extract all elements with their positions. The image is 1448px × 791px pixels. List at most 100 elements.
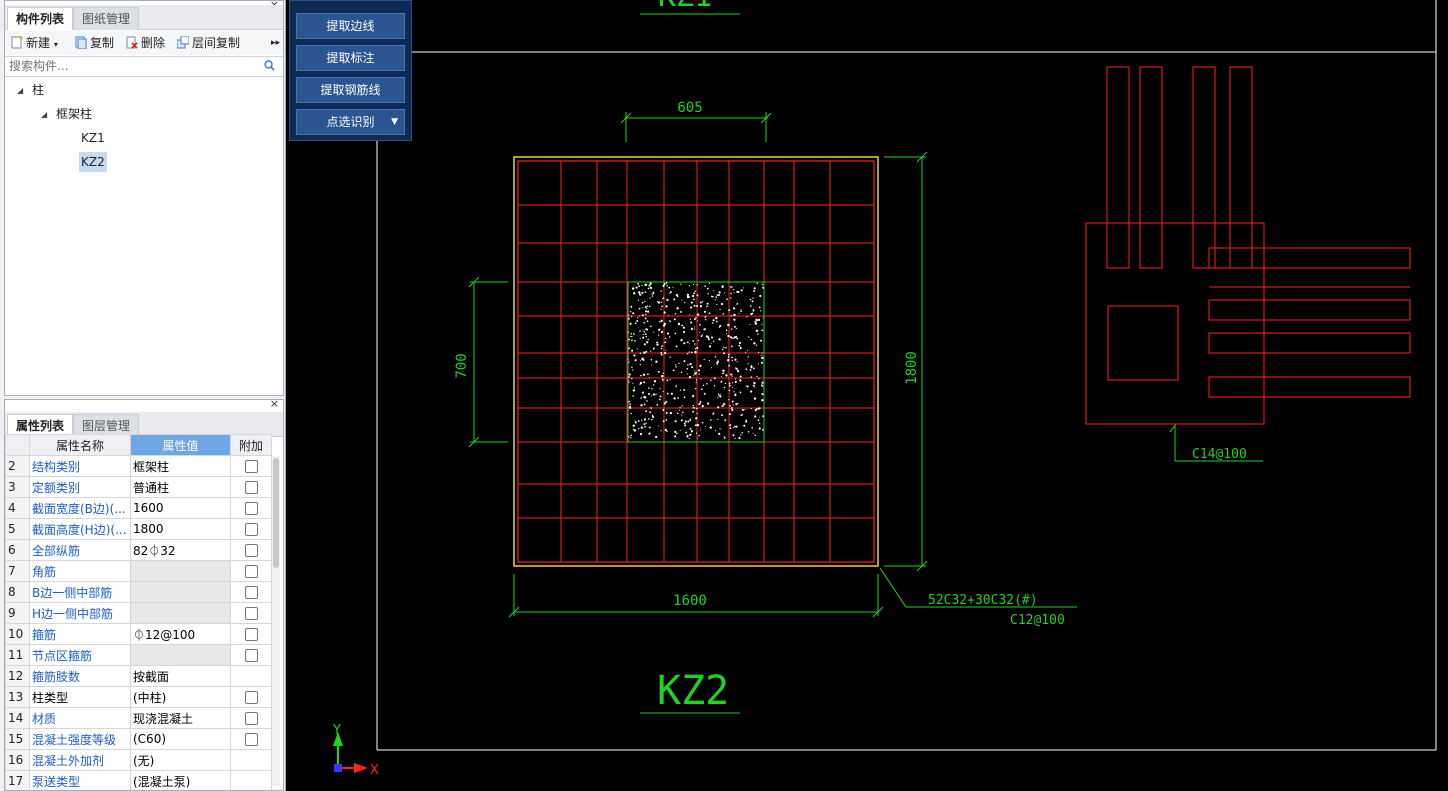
- axis-x-label: X: [370, 763, 379, 778]
- row-index: 5: [5, 518, 30, 540]
- axis-indicator: Y X: [332, 724, 379, 778]
- tree-node-kz1[interactable]: KZ1: [81, 128, 105, 148]
- additional-checkbox[interactable]: [244, 733, 258, 746]
- tab-drawing-management[interactable]: 图纸管理: [73, 7, 140, 30]
- floor-copy-button[interactable]: 层间复制: [176, 34, 241, 52]
- property-value[interactable]: 82⏀32: [130, 539, 231, 561]
- property-row[interactable]: 4 截面宽度(B边)(... 1600: [5, 497, 272, 519]
- point-select-recognize-button[interactable]: 点选识别 ▼: [296, 109, 405, 135]
- new-label: 新建: [26, 36, 51, 50]
- header-property-value: 属性值: [130, 434, 231, 456]
- additional-cell: [230, 581, 272, 603]
- collapse-triangle-icon[interactable]: ◢: [41, 110, 47, 119]
- additional-cell: [230, 707, 272, 729]
- copy-icon: [75, 36, 87, 50]
- more-tools-button[interactable]: ▸▸: [271, 34, 280, 52]
- row-index: 3: [5, 476, 30, 498]
- row-index: 6: [5, 539, 30, 561]
- extract-rebar-line-button[interactable]: 提取钢筋线: [296, 77, 405, 103]
- property-value[interactable]: 现浇混凝土: [130, 707, 231, 729]
- property-name: B边一侧中部筋: [29, 581, 131, 603]
- property-name: 定额类别: [29, 476, 131, 498]
- additional-checkbox[interactable]: [244, 691, 258, 704]
- property-row[interactable]: 11 节点区箍筋: [5, 644, 272, 666]
- copy-button[interactable]: 复制: [75, 34, 114, 52]
- table-header: 属性名称 属性值 附加: [5, 434, 272, 456]
- close-icon[interactable]: ×: [270, 400, 279, 410]
- delete-button[interactable]: 删除: [126, 34, 165, 52]
- property-row[interactable]: 5 截面高度(H边)(... 1800: [5, 518, 272, 540]
- property-row[interactable]: 15 混凝土强度等级 (C60): [5, 728, 272, 750]
- property-row[interactable]: 3 定额类别 普通柱: [5, 476, 272, 498]
- property-value[interactable]: ⏀12@100: [130, 623, 231, 645]
- property-row[interactable]: 7 角筋: [5, 560, 272, 582]
- dropdown-arrow-icon[interactable]: ▾: [54, 40, 58, 49]
- tab-component-list[interactable]: 构件列表: [7, 7, 74, 30]
- row-index: 11: [5, 644, 30, 666]
- property-value[interactable]: [130, 602, 231, 624]
- detail-stirrup-label: C14@100: [1192, 447, 1247, 462]
- property-table: 属性名称 属性值 附加 2 结构类别 框架柱 3 定额类别 普通柱 4 截面宽度(B边)(..…: [5, 434, 272, 790]
- collapse-triangle-icon[interactable]: ◢: [17, 86, 23, 95]
- property-value[interactable]: 普通柱: [130, 476, 231, 498]
- additional-cell: [230, 749, 272, 771]
- property-value[interactable]: [130, 560, 231, 582]
- property-row[interactable]: 8 B边一侧中部筋: [5, 581, 272, 603]
- additional-checkbox[interactable]: [244, 607, 258, 620]
- tree-node-frame-column[interactable]: 框架柱: [56, 104, 92, 124]
- additional-checkbox[interactable]: [244, 523, 258, 536]
- property-row[interactable]: 12 箍筋肢数 按截面: [5, 665, 272, 687]
- tree-node-column[interactable]: 柱: [32, 80, 44, 100]
- floor-copy-icon: [176, 35, 190, 49]
- additional-checkbox[interactable]: [244, 544, 258, 557]
- property-value[interactable]: 按截面: [130, 665, 231, 687]
- row-index: 2: [5, 455, 30, 477]
- property-name: 柱类型: [29, 686, 131, 708]
- property-row[interactable]: 10 箍筋 ⏀12@100: [5, 623, 272, 645]
- floor-copy-label: 层间复制: [192, 36, 241, 50]
- search-icon[interactable]: [264, 60, 275, 74]
- additional-checkbox[interactable]: [244, 628, 258, 641]
- additional-checkbox[interactable]: [244, 460, 258, 473]
- extract-annotation-button[interactable]: 提取标注: [296, 45, 405, 71]
- property-value[interactable]: (无): [130, 749, 231, 771]
- property-name: 截面高度(H边)(...: [29, 518, 131, 540]
- component-search: [5, 56, 283, 77]
- property-value[interactable]: (C60): [130, 728, 231, 750]
- property-value[interactable]: (中柱): [130, 686, 231, 708]
- property-row[interactable]: 14 材质 现浇混凝土: [5, 707, 272, 729]
- scrollbar-thumb[interactable]: [273, 458, 279, 568]
- dimension-bottom: 1600: [673, 593, 707, 609]
- search-input[interactable]: [5, 57, 263, 74]
- property-value[interactable]: 框架柱: [130, 455, 231, 477]
- tree-node-kz2[interactable]: KZ2: [79, 152, 107, 172]
- property-name: 箍筋: [29, 623, 131, 645]
- additional-checkbox[interactable]: [244, 586, 258, 599]
- property-name: 材质: [29, 707, 131, 729]
- new-button[interactable]: 新建 ▾: [11, 34, 58, 52]
- additional-checkbox[interactable]: [244, 565, 258, 578]
- property-row[interactable]: 6 全部纵筋 82⏀32: [5, 539, 272, 561]
- row-index: 12: [5, 665, 30, 687]
- column-label-kz1: KZ1: [658, 0, 712, 14]
- property-value[interactable]: [130, 644, 231, 666]
- property-value[interactable]: (混凝土泵): [130, 770, 231, 790]
- additional-checkbox[interactable]: [244, 649, 258, 662]
- property-row[interactable]: 2 结构类别 框架柱: [5, 455, 272, 477]
- property-row[interactable]: 17 泵送类型 (混凝土泵): [5, 770, 272, 790]
- extract-edge-button[interactable]: 提取边线: [296, 13, 405, 39]
- property-row[interactable]: 9 H边一侧中部筋: [5, 602, 272, 624]
- additional-cell: [230, 560, 272, 582]
- additional-checkbox[interactable]: [244, 502, 258, 515]
- property-value[interactable]: 1800: [130, 518, 231, 540]
- dropdown-arrow-icon[interactable]: ▼: [391, 110, 398, 134]
- property-value[interactable]: 1600: [130, 497, 231, 519]
- property-value[interactable]: [130, 581, 231, 603]
- additional-cell: [230, 518, 272, 540]
- cad-canvas[interactable]: KZ1 605 700 1800 1600 52C32: [287, 0, 1448, 791]
- additional-checkbox[interactable]: [244, 481, 258, 494]
- additional-checkbox[interactable]: [244, 712, 258, 725]
- property-row[interactable]: 16 混凝土外加剂 (无): [5, 749, 272, 771]
- component-toolbar: 新建 ▾ 复制 删除 层间复制 ▸▸: [5, 31, 283, 55]
- property-row[interactable]: 13 柱类型 (中柱): [5, 686, 272, 708]
